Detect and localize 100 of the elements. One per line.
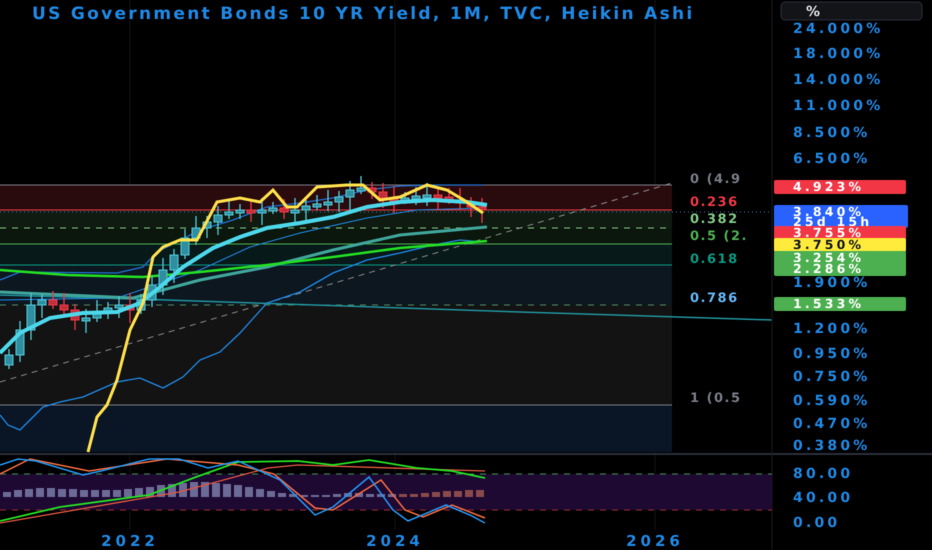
candlestick	[324, 190, 332, 211]
candlestick	[346, 181, 354, 210]
candlestick	[444, 188, 454, 204]
candlestick	[70, 304, 80, 330]
candlestick	[224, 200, 234, 219]
histogram-bar	[344, 493, 352, 497]
price-tag: 1.533%	[774, 296, 906, 311]
histogram-bar	[245, 487, 253, 497]
axis-label: 40.00	[793, 490, 854, 506]
candlestick	[38, 294, 46, 318]
axis-label: 0.950%	[793, 346, 871, 362]
histogram-bar	[333, 494, 341, 497]
histogram-bar	[201, 482, 209, 497]
histogram-bar	[267, 491, 275, 497]
histogram-bar	[80, 490, 88, 497]
axis-label: 80.00	[793, 466, 854, 482]
candlestick	[422, 183, 432, 206]
histogram-bar	[36, 488, 44, 497]
histogram-bar	[443, 491, 451, 497]
histogram-bar	[256, 489, 264, 497]
histogram-bar	[410, 494, 418, 497]
histogram-bar	[69, 489, 77, 497]
price-tag: 3.750%	[774, 237, 906, 252]
percent-button[interactable]: %	[780, 2, 922, 20]
histogram-bar	[234, 485, 242, 497]
histogram-bar	[388, 494, 396, 497]
candlestick	[334, 191, 344, 212]
histogram-bar	[278, 493, 286, 497]
histogram-bar	[366, 494, 374, 497]
histogram-bar	[102, 490, 110, 497]
histogram-bar	[124, 489, 132, 497]
candlestick	[16, 321, 24, 362]
candlestick	[158, 258, 168, 295]
axis-label: 8.500%	[793, 125, 871, 141]
histogram-bar	[465, 490, 473, 497]
fib-level-label: 0.236	[690, 195, 739, 210]
candlestick	[170, 249, 178, 283]
histogram-bar	[14, 490, 22, 497]
year-label: 2026	[626, 532, 684, 550]
axis-label: 0.00	[793, 515, 840, 531]
candlestick	[400, 192, 410, 204]
fib-level-label: 0.618	[690, 252, 739, 267]
histogram-bar	[91, 490, 99, 497]
histogram-bar	[432, 492, 440, 497]
year-label: 2022	[101, 532, 159, 550]
price-tag: 4.923%	[774, 179, 906, 194]
fib-level-label: 1 (0.5	[690, 391, 742, 406]
histogram-bar	[421, 493, 429, 497]
year-label: 2024	[366, 532, 424, 550]
candlestick	[48, 291, 58, 309]
histogram-bar	[289, 494, 297, 497]
candlestick	[214, 206, 222, 235]
candlestick	[148, 276, 156, 307]
candlestick	[136, 294, 146, 314]
axis-label: 24.000%	[793, 21, 884, 37]
candlestick	[312, 195, 322, 210]
histogram-bar	[190, 482, 198, 497]
candlestick	[4, 349, 14, 369]
fib-level-label: 0.5 (2.	[690, 229, 748, 244]
histogram-bar	[355, 493, 363, 497]
candlestick	[82, 309, 90, 333]
histogram-bar	[223, 484, 231, 497]
histogram-bar	[377, 494, 385, 497]
axis-label: 0.470%	[793, 416, 871, 432]
histogram-bar	[58, 489, 66, 497]
axis-label: 18.000%	[793, 46, 884, 62]
candlestick	[92, 300, 102, 322]
axis-label: 0.750%	[793, 369, 871, 385]
price-tag: 2.286%	[774, 261, 906, 276]
fib-level-label: 0.786	[690, 291, 739, 306]
candlestick	[236, 204, 244, 219]
fib-level-label: 0 (4.9	[690, 172, 742, 187]
chart-title: US Government Bonds 10 YR Yield, 1M, TVC, Heikin Ashi	[32, 4, 695, 24]
candlestick	[290, 198, 300, 222]
axis-label: 1.200%	[793, 321, 871, 337]
candlestick	[126, 293, 134, 323]
histogram-bar	[3, 492, 11, 497]
candlestick	[412, 187, 420, 205]
histogram-bar	[113, 490, 121, 497]
candlestick	[192, 216, 200, 245]
candlestick	[368, 182, 376, 199]
candlestick	[268, 202, 278, 214]
axis-label: 6.500%	[793, 151, 871, 167]
axis-label: 1.900%	[793, 275, 871, 291]
candlestick	[258, 198, 266, 225]
candlestick	[104, 302, 112, 319]
axis-label: 0.590%	[793, 393, 871, 409]
histogram-bar	[25, 489, 33, 497]
axis-label: 0.380%	[793, 438, 871, 454]
candlestick	[302, 200, 310, 223]
candlestick	[202, 216, 212, 238]
candlestick	[114, 296, 124, 318]
candlestick	[60, 293, 68, 317]
histogram-bar	[454, 491, 462, 497]
histogram-bar	[399, 494, 407, 497]
candlestick	[180, 229, 190, 259]
axis-label: 11.000%	[793, 98, 884, 114]
fib-level-label: 0.382	[690, 212, 739, 227]
histogram-bar	[212, 483, 220, 497]
histogram-bar	[47, 488, 55, 497]
